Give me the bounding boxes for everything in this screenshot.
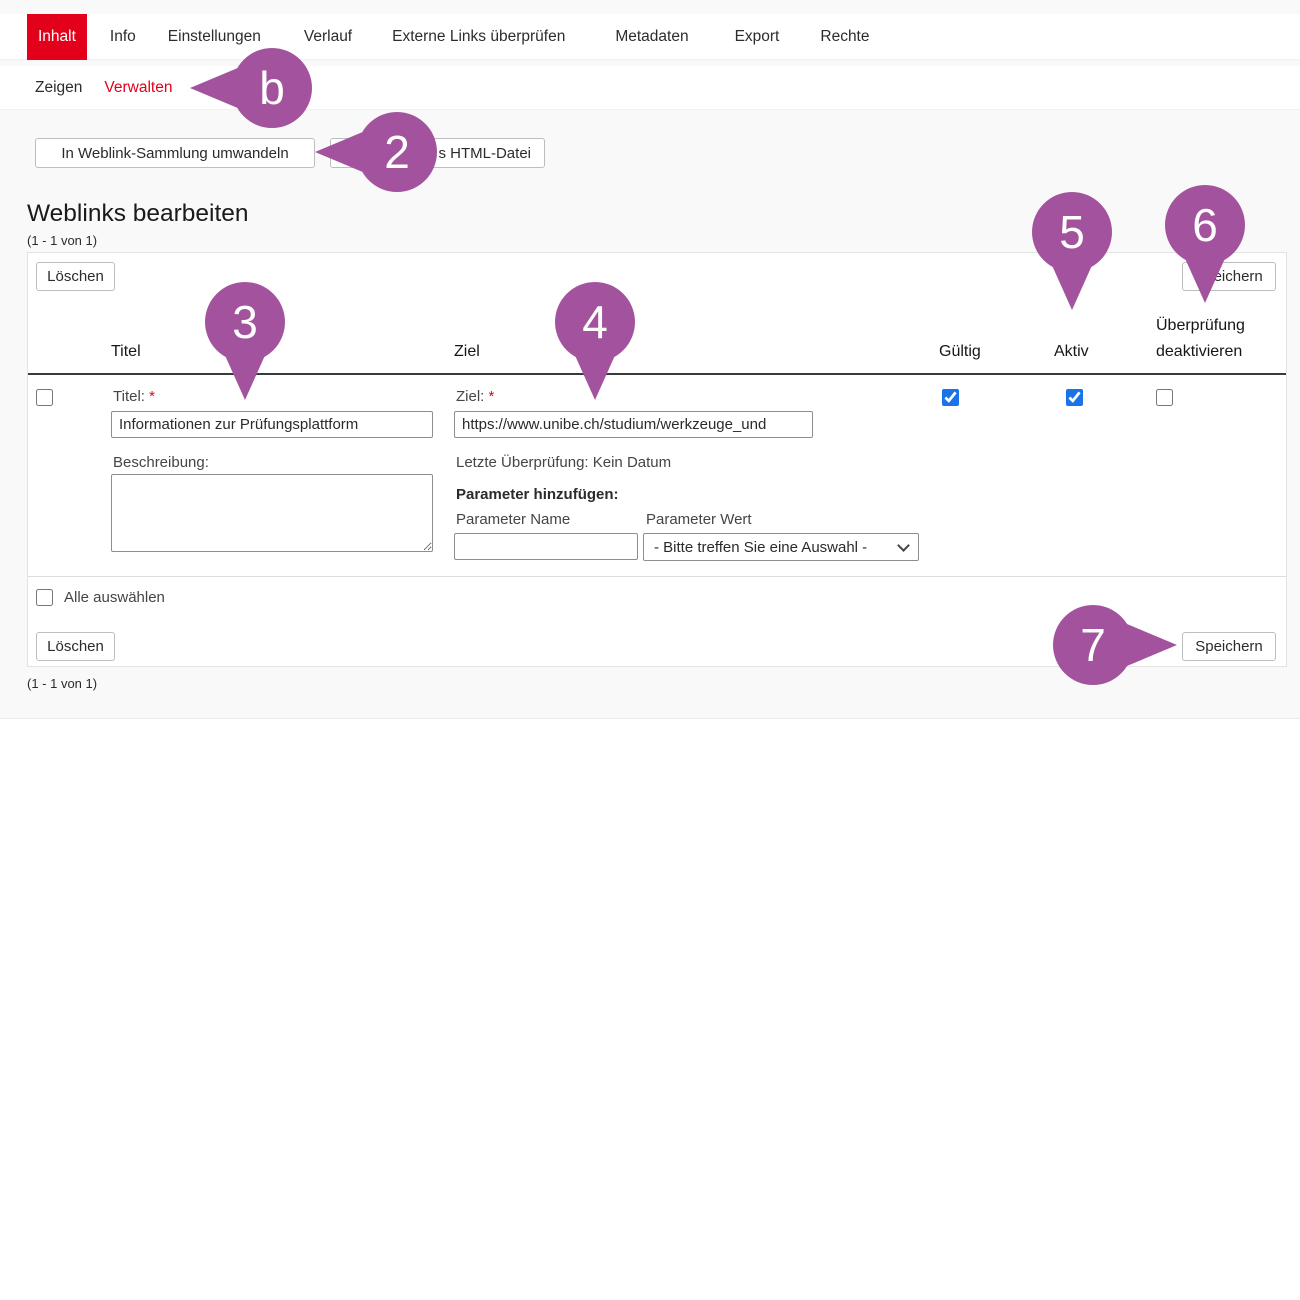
tab-inhalt[interactable]: Inhalt [27,14,87,60]
parameter-wert-select[interactable]: - Bitte treffen Sie eine Auswahl - [643,533,919,561]
weblinks-manage-page: Inhalt Info Einstellungen Verlauf Extern… [0,0,1300,1300]
page-title: Weblinks bearbeiten [27,200,249,228]
column-header-ueberpruefung-deaktivieren: Überprüfung deaktivieren [1156,313,1245,365]
titel-label-text: Titel: [113,388,145,405]
column-header-aktiv: Aktiv [1054,343,1089,361]
column-header-ueberpruefung-line1: Überprüfung [1156,313,1245,339]
parameter-wert-label: Parameter Wert [646,511,752,528]
letzte-ueberpruefung-text: Letzte Überprüfung: Kein Datum [456,454,671,471]
ziel-input[interactable] [454,411,813,438]
tab-metadaten[interactable]: Metadaten [604,14,699,60]
column-header-ueberpruefung-line2: deaktivieren [1156,339,1245,365]
annotation-pin-7: 7 [1053,605,1177,685]
row-divider [28,576,1286,577]
select-all-checkbox[interactable] [36,589,53,606]
annotation-pin-5: 5 [1032,192,1112,310]
tab-export[interactable]: Export [724,14,791,60]
annotation-pin-3: 3 [205,282,285,400]
required-asterisk: * [149,388,155,405]
titel-field-label: Titel: * [113,388,155,405]
parameter-hinzufuegen-label: Parameter hinzufügen: [456,486,619,503]
tab-rechte[interactable]: Rechte [809,14,880,60]
save-button-bottom[interactable]: Speichern [1182,632,1276,661]
annotation-pin-3-label: 3 [232,296,258,348]
delete-button-top[interactable]: Löschen [36,262,115,291]
ueberpruefung-deaktivieren-checkbox[interactable] [1156,389,1173,406]
ziel-field-label: Ziel: * [456,388,494,405]
gueltig-checkbox[interactable] [942,389,959,406]
column-header-ziel: Ziel [454,343,480,361]
annotation-pin-6: 6 [1165,185,1245,303]
subtab-zeigen[interactable]: Zeigen [35,79,82,97]
convert-to-weblink-collection-button[interactable]: In Weblink-Sammlung umwandeln [35,138,315,168]
beschreibung-textarea[interactable] [111,474,433,552]
annotation-pin-2-label: 2 [384,126,410,178]
annotation-pin-b: b [190,48,312,128]
parameter-name-input[interactable] [454,533,638,560]
tab-info[interactable]: Info [99,14,147,60]
result-count-top: (1 - 1 von 1) [27,233,97,248]
result-count-bottom: (1 - 1 von 1) [27,676,97,691]
annotation-pin-6-label: 6 [1192,199,1218,251]
beschreibung-label: Beschreibung: [113,454,209,471]
column-header-titel: Titel [111,343,141,361]
select-all-label: Alle auswählen [64,589,165,606]
annotation-pin-4: 4 [555,282,635,400]
titel-input[interactable] [111,411,433,438]
parameter-name-label: Parameter Name [456,511,570,528]
tab-externe-links-ueberpruefen[interactable]: Externe Links überprüfen [381,14,576,60]
delete-button-bottom[interactable]: Löschen [36,632,115,661]
parameter-wert-select-wrap: - Bitte treffen Sie eine Auswahl - [643,533,919,561]
annotation-pin-7-label: 7 [1080,619,1106,671]
required-asterisk: * [489,388,495,405]
row-select-checkbox[interactable] [36,389,53,406]
annotation-pin-2: 2 [315,112,437,192]
annotation-pin-b-label: b [259,62,285,114]
annotation-pin-4-label: 4 [582,296,608,348]
aktiv-checkbox[interactable] [1066,389,1083,406]
column-header-gueltig: Gültig [939,343,981,361]
ziel-label-text: Ziel: [456,388,484,405]
subtab-verwalten[interactable]: Verwalten [104,79,172,97]
annotation-pin-5-label: 5 [1059,206,1085,258]
